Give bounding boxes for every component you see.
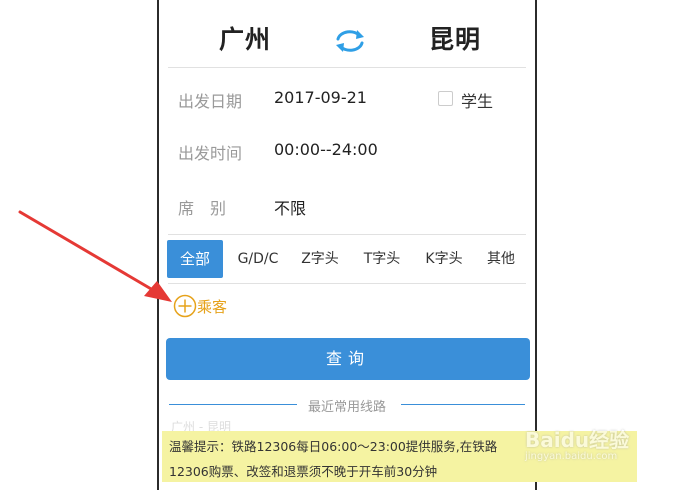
tab-k[interactable]: K字头 (415, 240, 473, 278)
notice-line-2: 12306购票、改签和退票须不晚于开车前30分钟 (169, 464, 438, 479)
divider (168, 67, 526, 68)
passenger-label: 乘客 (197, 298, 228, 316)
tab-gdc[interactable]: G/D/C (229, 240, 287, 278)
seat-value[interactable]: 不限 (274, 195, 306, 219)
date-row[interactable]: 出发日期 2017-09-21 学生 (159, 71, 535, 125)
swap-arrows-icon[interactable] (332, 27, 368, 55)
divider (168, 234, 526, 235)
time-value[interactable]: 00:00--24:00 (274, 140, 378, 159)
time-label: 出发时间 (178, 144, 243, 163)
date-label: 出发日期 (178, 92, 243, 111)
student-label: 学生 (461, 92, 494, 111)
seat-row[interactable]: 席 别 不限 (159, 178, 535, 232)
train-type-tabs: 全部 G/D/C Z字头 T字头 K字头 其他 (165, 240, 529, 278)
query-button[interactable]: 查询 (166, 338, 530, 380)
tab-t[interactable]: T字头 (353, 240, 411, 278)
departure-city[interactable]: 广州 (219, 20, 271, 56)
arrival-city[interactable]: 昆明 (429, 20, 481, 56)
recent-routes-header: 最近常用线路 (159, 394, 535, 415)
plus-circle-icon (173, 294, 197, 318)
divider (168, 283, 526, 284)
watermark-subtext: jingyan.baidu.com (525, 451, 618, 462)
tab-other[interactable]: 其他 (475, 240, 527, 278)
recent-routes-label: 最近常用线路 (307, 400, 386, 415)
baidu-watermark: Baidu经验 jingyan.baidu.com (519, 420, 669, 470)
watermark-text: Baidu经验 (525, 428, 630, 452)
student-checkbox[interactable] (438, 91, 453, 106)
screenshot-stage: 广州 昆明 出发日期 2017-09-21 学生 出发时间 00:00--24:… (0, 0, 674, 490)
date-value[interactable]: 2017-09-21 (274, 88, 367, 107)
tab-all[interactable]: 全部 (167, 240, 223, 278)
route-selector: 广州 昆明 (159, 0, 535, 68)
notice-line-1: 温馨提示：铁路12306每日06:00～23:00提供服务,在铁路 (169, 439, 498, 454)
tab-z[interactable]: Z字头 (291, 240, 349, 278)
phone-screen: 广州 昆明 出发日期 2017-09-21 学生 出发时间 00:00--24:… (157, 0, 537, 490)
seat-label: 席 别 (178, 199, 227, 218)
time-row[interactable]: 出发时间 00:00--24:00 (159, 123, 535, 177)
